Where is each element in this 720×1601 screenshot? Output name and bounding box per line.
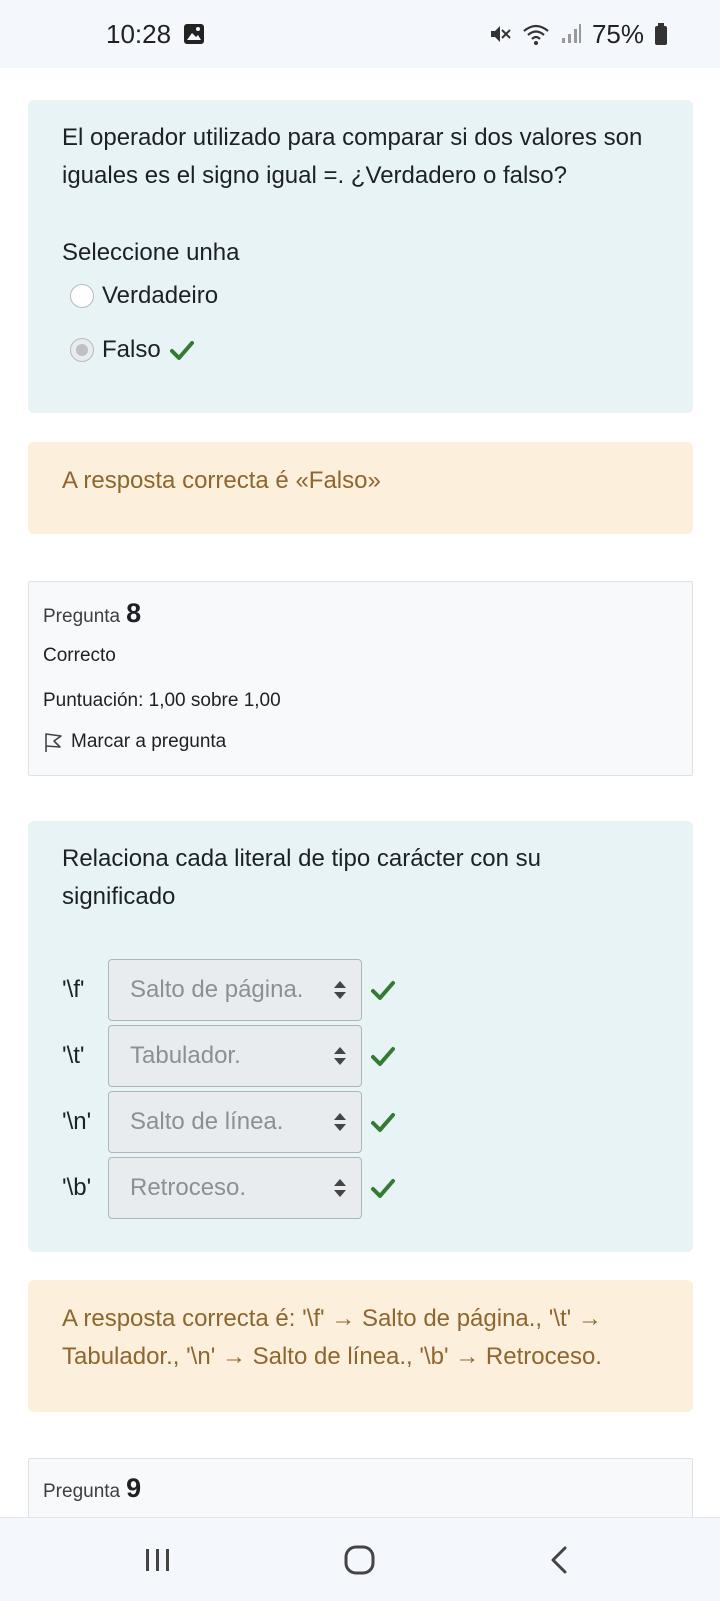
match-select[interactable]: Salto de página. bbox=[108, 959, 362, 1021]
navigation-bar bbox=[0, 1517, 720, 1601]
question-state: Correcto bbox=[43, 645, 116, 666]
option-label: Falso bbox=[102, 336, 161, 363]
question-grade: Puntuación: 1,00 sobre 1,00 bbox=[43, 690, 281, 711]
status-bar: 10:28 75% bbox=[0, 0, 720, 68]
answer-prompt: Seleccione unha bbox=[62, 239, 240, 266]
right-answer-text: A resposta correcta é: '\f' → Salto de p… bbox=[62, 1305, 602, 1370]
match-row: '\t' Tabulador. bbox=[62, 1025, 396, 1087]
match-row: '\f' Salto de página. bbox=[62, 959, 396, 1021]
flag-question-link[interactable]: Marcar a pregunta bbox=[43, 731, 226, 753]
question-7-feedback: A resposta correcta é «Falso» bbox=[28, 442, 693, 534]
check-icon bbox=[371, 981, 395, 1000]
match-literal: '\b' bbox=[62, 1174, 92, 1201]
check-icon bbox=[169, 341, 194, 360]
radio-verdadeiro[interactable] bbox=[70, 284, 94, 308]
question-8-info: Pregunta 8 Correcto Puntuación: 1,00 sob… bbox=[28, 581, 693, 776]
gallery-icon bbox=[184, 24, 205, 44]
select-value: Retroceso. bbox=[130, 1174, 247, 1201]
match-select[interactable]: Salto de línea. bbox=[108, 1091, 362, 1153]
question-number-value: 8 bbox=[126, 598, 142, 628]
match-literal: '\n' bbox=[62, 1108, 92, 1135]
flag-label: Marcar a pregunta bbox=[71, 731, 227, 752]
right-answer-text: A resposta correcta é «Falso» bbox=[62, 467, 381, 494]
match-row: '\b' Retroceso. bbox=[62, 1157, 396, 1219]
battery-percent: 75% bbox=[591, 18, 644, 49]
option-falso[interactable]: Falso bbox=[70, 336, 195, 364]
question-label: Pregunta bbox=[43, 606, 121, 627]
match-select[interactable]: Tabulador. bbox=[108, 1025, 362, 1087]
question-8-text: Relaciona cada literal de tipo carácter … bbox=[62, 845, 541, 910]
question-7-formulation: El operador utilizado para comparar si d… bbox=[28, 100, 693, 413]
match-row: '\n' Salto de línea. bbox=[62, 1091, 396, 1153]
select-arrows-icon bbox=[334, 1113, 346, 1131]
match-select[interactable]: Retroceso. bbox=[108, 1157, 362, 1219]
select-arrows-icon bbox=[334, 1179, 346, 1197]
select-value: Salto de página. bbox=[130, 976, 304, 1003]
match-literal: '\f' bbox=[62, 976, 85, 1003]
radio-falso[interactable] bbox=[70, 338, 94, 362]
select-value: Salto de línea. bbox=[130, 1108, 284, 1135]
battery-icon bbox=[655, 23, 667, 45]
option-verdadeiro[interactable]: Verdadeiro bbox=[70, 282, 218, 310]
back-icon[interactable] bbox=[541, 1540, 581, 1580]
mute-icon bbox=[490, 26, 511, 42]
question-label: Pregunta bbox=[43, 1481, 121, 1502]
signal-icon bbox=[561, 24, 581, 43]
wifi-icon bbox=[523, 24, 549, 45]
select-arrows-icon bbox=[334, 981, 346, 999]
select-value: Tabulador. bbox=[130, 1042, 241, 1069]
question-7-text: El operador utilizado para comparar si d… bbox=[62, 124, 643, 189]
match-literal: '\t' bbox=[62, 1042, 85, 1069]
question-8-feedback: A resposta correcta é: '\f' → Salto de p… bbox=[28, 1280, 693, 1412]
status-time: 10:28 bbox=[106, 18, 172, 49]
check-icon bbox=[371, 1179, 395, 1198]
recent-apps-icon[interactable] bbox=[138, 1540, 178, 1580]
question-number: Pregunta 9 bbox=[43, 1473, 141, 1504]
flag-icon bbox=[45, 733, 62, 752]
check-icon bbox=[371, 1047, 395, 1066]
option-label: Verdadeiro bbox=[102, 282, 219, 309]
home-icon[interactable] bbox=[340, 1540, 380, 1580]
question-number: Pregunta 8 bbox=[43, 598, 141, 629]
question-8-formulation: Relaciona cada literal de tipo carácter … bbox=[28, 821, 693, 1252]
question-number-value: 9 bbox=[126, 1473, 142, 1503]
select-arrows-icon bbox=[334, 1047, 346, 1065]
check-icon bbox=[371, 1113, 395, 1132]
